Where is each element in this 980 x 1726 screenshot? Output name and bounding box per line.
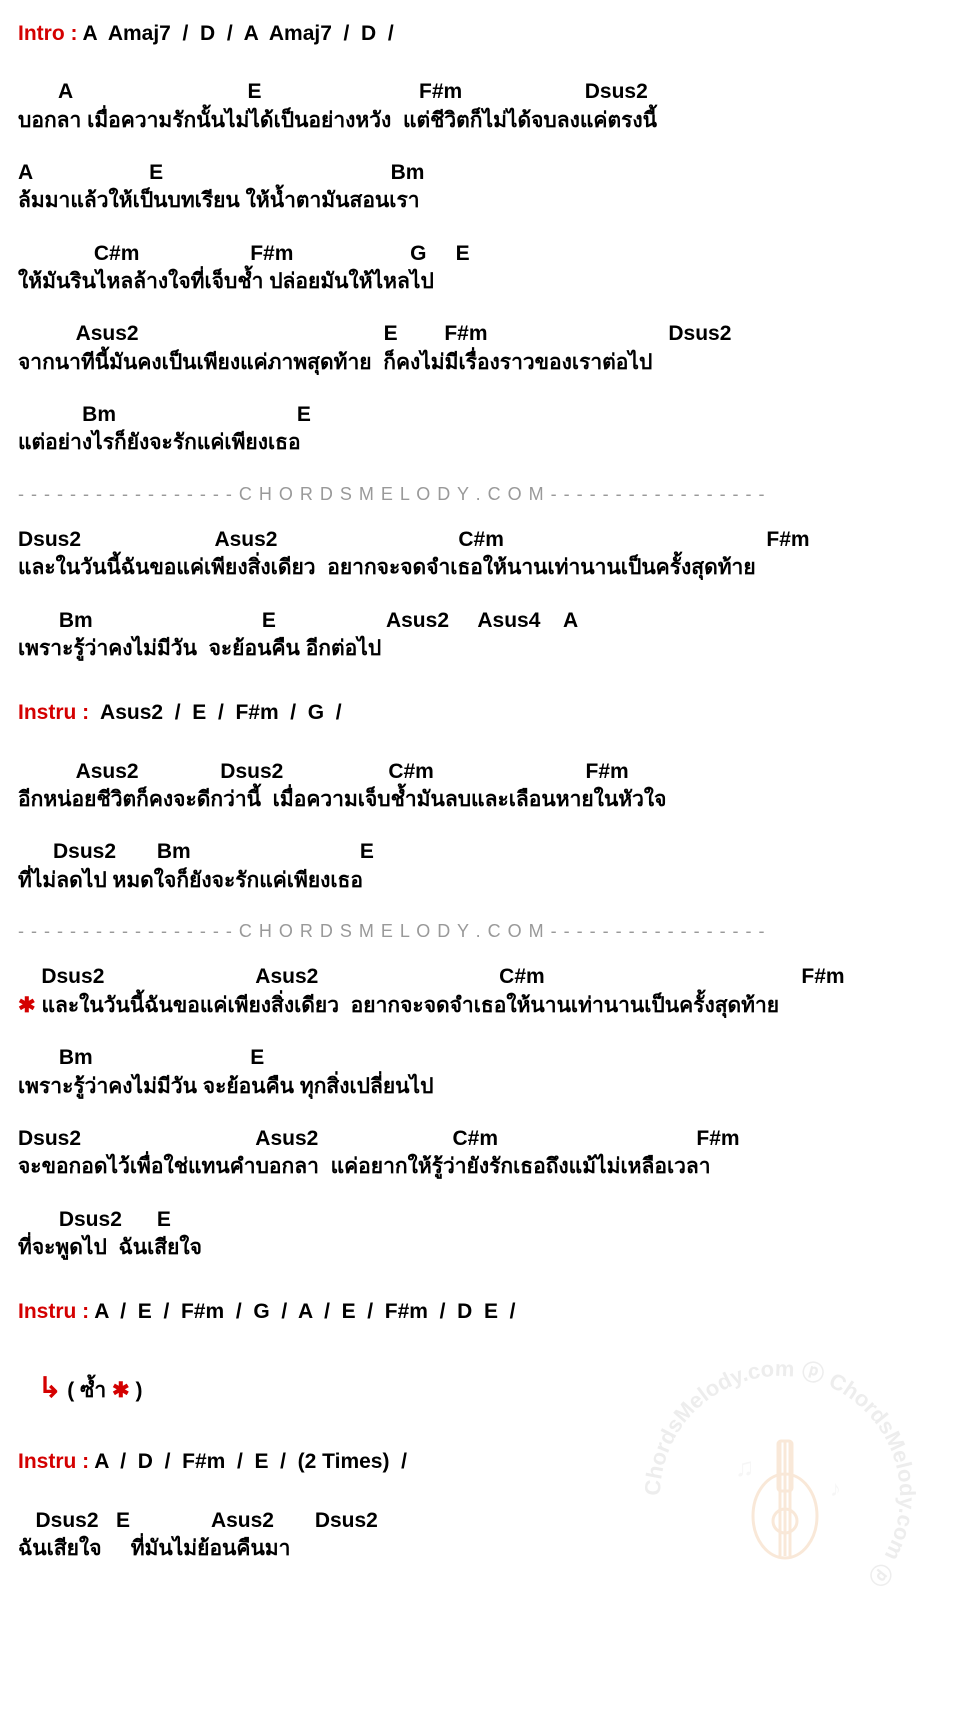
intro-chords: A Amaj7 / D / A Amaj7 / D /	[77, 22, 393, 45]
repeat-star-icon: ✱	[112, 1379, 130, 1402]
verse1-block-1: A E Bm ล้มมาแล้วให้เป็นบทเรียน ให้น้ำตาม…	[18, 159, 962, 216]
repeat-marker-icon: ✱	[18, 994, 36, 1017]
lyric-line: ล้มมาแล้วให้เป็นบทเรียน ให้น้ำตามันสอนเร…	[18, 187, 962, 215]
intro-label: Intro :	[18, 22, 77, 45]
lyric-line: ✱ และในวันนี้ฉันขอแค่เพียงสิ่งเดียว อยาก…	[18, 992, 962, 1020]
lyric-line: จะขอกอดไว้เพื่อใช่แทนคำบอกลา แค่อยากให้ร…	[18, 1153, 962, 1181]
chord-line: Asus2 Dsus2 C#m F#m	[18, 758, 962, 786]
chord-line: Bm E	[18, 1044, 962, 1072]
lyric-line: ฉันเสียใจ ที่มันไม่ย้อนคืนมา	[18, 1535, 962, 1563]
chord-line: Dsus2 Asus2 C#m F#m	[18, 963, 962, 991]
chord-line: Dsus2 E	[18, 1206, 962, 1234]
lyric-line: ให้มันรินไหลล้างใจที่เจ็บช้ำ ปล่อยมันให้…	[18, 268, 962, 296]
chord-line: Bm E Asus2 Asus4 A	[18, 607, 962, 635]
chorus2-block-1: Bm E เพราะรู้ว่าคงไม่มีวัน จะย้อนคืน ทุก…	[18, 1044, 962, 1101]
verse1-block-2: C#m F#m G E ให้มันรินไหลล้างใจที่เจ็บช้ำ…	[18, 240, 962, 297]
chorus2-block-0: Dsus2 Asus2 C#m F#m ✱ และในวันนี้ฉันขอแค…	[18, 963, 962, 1020]
instru2-line: Instru : A / E / F#m / G / A / E / F#m /…	[18, 1298, 962, 1326]
instru1-line: Instru : Asus2 / E / F#m / G /	[18, 699, 962, 727]
chorus2-block-3: Dsus2 E ที่จะพูดไป ฉันเสียใจ	[18, 1206, 962, 1263]
chorus1-block-1: Bm E Asus2 Asus4 A เพราะรู้ว่าคงไม่มีวัน…	[18, 607, 962, 664]
instru2-chords: A / E / F#m / G / A / E / F#m / D E /	[89, 1300, 515, 1323]
intro-line: Intro : A Amaj7 / D / A Amaj7 / D /	[18, 20, 962, 48]
verse2-block-1: Dsus2 Bm E ที่ไม่ลดไป หมดใจก็ยังจะรักแค่…	[18, 838, 962, 895]
chord-line: Dsus2 Asus2 C#m F#m	[18, 1125, 962, 1153]
lyric-line: และในวันนี้ฉันขอแค่เพียงสิ่งเดียว อยากจะ…	[18, 554, 962, 582]
chord-line: Dsus2 E Asus2 Dsus2	[18, 1507, 962, 1535]
chord-line: Dsus2 Asus2 C#m F#m	[18, 526, 962, 554]
instru2-label: Instru :	[18, 1300, 89, 1323]
lyric-line: บอกลา เมื่อความรักนั้นไม่ได้เป็นอย่างหวั…	[18, 107, 962, 135]
lyric-line: เพราะรู้ว่าคงไม่มีวัน จะย้อนคืน อีกต่อไป	[18, 635, 962, 663]
chord-line: Dsus2 Bm E	[18, 838, 962, 866]
chord-line: Asus2 E F#m Dsus2	[18, 320, 962, 348]
instru3-chords: A / D / F#m / E / (2 Times) /	[89, 1450, 407, 1473]
lyric-line: ที่ไม่ลดไป หมดใจก็ยังจะรักแค่เพียงเธอ	[18, 867, 962, 895]
svg-text:♪: ♪	[830, 1476, 841, 1501]
lyric-line: ที่จะพูดไป ฉันเสียใจ	[18, 1234, 962, 1262]
instru1-chords: Asus2 / E / F#m / G /	[89, 701, 341, 724]
repeat-text: ( ซ้ำ	[61, 1379, 112, 1402]
repeat-line: ↳ ( ซ้ำ ✱ )	[18, 1369, 962, 1407]
chord-line: A E F#m Dsus2	[18, 78, 962, 106]
verse1-block-3: Asus2 E F#m Dsus2 จากนาทีนี้มันคงเป็นเพี…	[18, 320, 962, 377]
lyric-line: จากนาทีนี้มันคงเป็นเพียงแค่ภาพสุดท้าย ก็…	[18, 349, 962, 377]
lyric-line: เพราะรู้ว่าคงไม่มีวัน จะย้อนคืน ทุกสิ่งเ…	[18, 1073, 962, 1101]
divider-2: - - - - - - - - - - - - - - - - - C H O …	[18, 919, 962, 943]
outro-block-0: Dsus2 E Asus2 Dsus2 ฉันเสียใจ ที่มันไม่ย…	[18, 1507, 962, 1564]
chorus2-block-2: Dsus2 Asus2 C#m F#m จะขอกอดไว้เพื่อใช่แท…	[18, 1125, 962, 1182]
chord-line: Bm E	[18, 401, 962, 429]
chord-line: C#m F#m G E	[18, 240, 962, 268]
repeat-close: )	[130, 1379, 143, 1402]
verse1-block-4: Bm E แต่อย่างไรก็ยังจะรักแค่เพียงเธอ	[18, 401, 962, 458]
chorus1-block-0: Dsus2 Asus2 C#m F#m และในวันนี้ฉันขอแค่เ…	[18, 526, 962, 583]
divider-1: - - - - - - - - - - - - - - - - - C H O …	[18, 482, 962, 506]
repeat-arrow-icon: ↳	[38, 1372, 61, 1403]
verse1-block-0: A E F#m Dsus2 บอกลา เมื่อความรักนั้นไม่ไ…	[18, 78, 962, 135]
lyric-line: อีกหน่อยชีวิตก็คงจะดีกว่านี้ เมื่อความเจ…	[18, 786, 962, 814]
instru3-label: Instru :	[18, 1450, 89, 1473]
lyric-text: และในวันนี้ฉันขอแค่เพียงสิ่งเดียว อยากจะ…	[36, 994, 779, 1017]
instru1-label: Instru :	[18, 701, 89, 724]
chord-line: A E Bm	[18, 159, 962, 187]
verse2-block-0: Asus2 Dsus2 C#m F#m อีกหน่อยชีวิตก็คงจะด…	[18, 758, 962, 815]
lyric-line: แต่อย่างไรก็ยังจะรักแค่เพียงเธอ	[18, 429, 962, 457]
instru3-line: Instru : A / D / F#m / E / (2 Times) /	[18, 1448, 962, 1476]
